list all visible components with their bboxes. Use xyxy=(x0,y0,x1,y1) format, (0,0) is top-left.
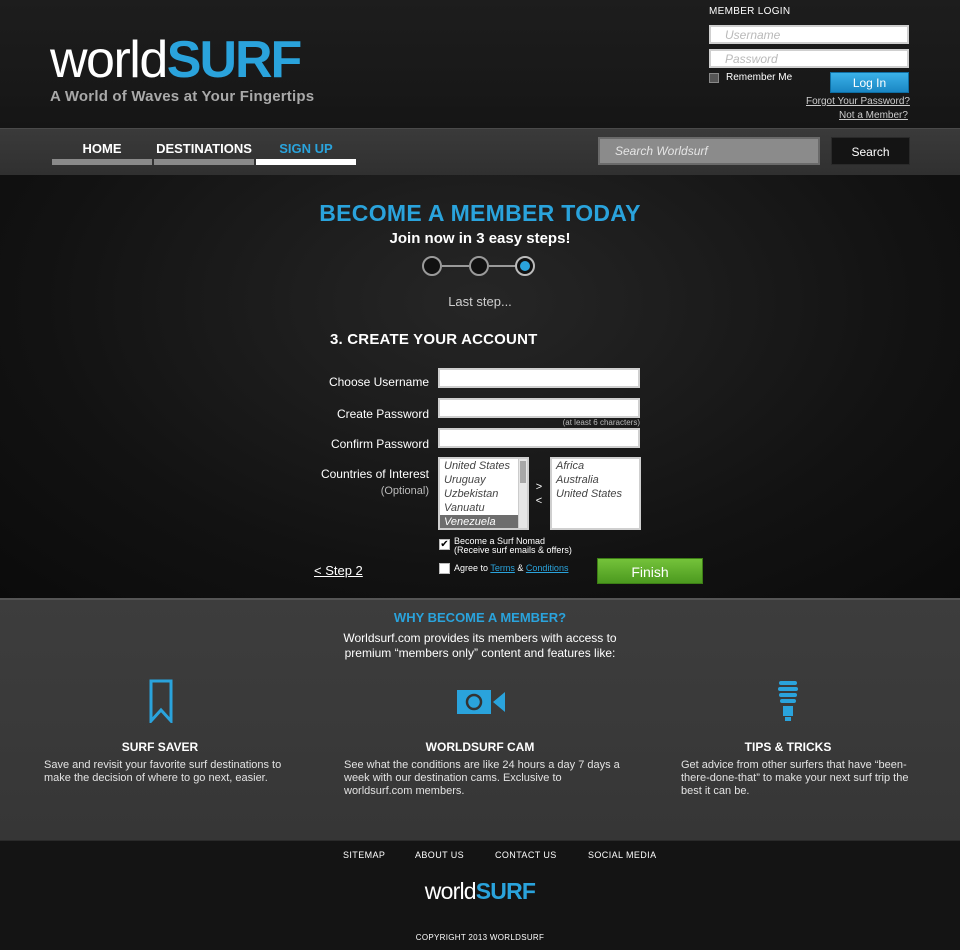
conditions-link[interactable]: Conditions xyxy=(526,563,569,573)
country-option[interactable]: Uzbekistan xyxy=(440,487,527,501)
footer-link-about-us[interactable]: ABOUT US xyxy=(415,850,464,860)
step-1-indicator xyxy=(422,256,442,276)
nav-home-underline xyxy=(52,159,152,165)
footer-logo[interactable]: worldSURF xyxy=(0,878,960,905)
step-3-indicator-current xyxy=(515,256,535,276)
terms-link[interactable]: Terms xyxy=(490,563,515,573)
footer-link-sitemap[interactable]: SITEMAP xyxy=(343,850,385,860)
surf-nomad-label-line2: (Receive surf emails & offers) xyxy=(454,545,572,555)
footer-logo-world: world xyxy=(424,878,477,904)
agree-terms-label: Agree to Terms & Conditions xyxy=(454,564,568,573)
login-username-input[interactable] xyxy=(709,25,909,44)
bookmark-icon xyxy=(139,679,183,725)
step-connector xyxy=(442,265,469,267)
copyright-text: COPYRIGHT 2013 WORLDSURF xyxy=(415,933,545,942)
feature-title-tips-tricks: TIPS & TRICKS xyxy=(744,740,832,754)
footer-link-social-media[interactable]: SOCIAL MEDIA xyxy=(588,850,656,860)
confirm-password-label: Confirm Password xyxy=(330,437,429,451)
forgot-password-link[interactable]: Forgot Your Password? xyxy=(806,96,910,107)
feature-title-worldsurf-cam: WORLDSURF CAM xyxy=(425,740,535,754)
logo-word-world: world xyxy=(50,31,168,89)
footer-link-contact-us[interactable]: CONTACT US xyxy=(495,850,557,860)
country-option-selected[interactable]: Venezuela xyxy=(440,515,527,528)
remove-country-button[interactable]: < xyxy=(533,495,545,507)
signup-headline: BECOME A MEMBER TODAY xyxy=(319,200,641,226)
country-option[interactable]: Uruguay xyxy=(440,473,527,487)
agree-prefix: Agree to xyxy=(454,563,489,573)
nav-sign-up[interactable]: SIGN UP xyxy=(256,141,356,165)
why-member-title: WHY BECOME A MEMBER? xyxy=(393,610,567,625)
search-button[interactable]: Search xyxy=(831,137,910,165)
login-button[interactable]: Log In xyxy=(830,72,909,93)
chosen-country-option[interactable]: Australia xyxy=(552,473,639,487)
lightbulb-icon xyxy=(766,679,810,723)
feature-desc-worldsurf-cam: See what the conditions are like 24 hour… xyxy=(344,759,620,797)
feature-title-surf-saver: SURF SAVER xyxy=(121,740,199,754)
password-field[interactable] xyxy=(438,398,640,418)
footer-logo-surf: SURF xyxy=(475,878,536,904)
surf-nomad-label: Become a Surf Nomad (Receive surf emails… xyxy=(454,537,572,555)
logo-word-surf: SURF xyxy=(166,31,303,89)
agree-amp: & xyxy=(517,563,524,573)
country-option[interactable]: Vanuatu xyxy=(440,501,527,515)
chosen-country-option[interactable]: United States xyxy=(552,487,639,501)
countries-label: Countries of Interest xyxy=(320,467,429,481)
remember-me-label: Remember Me xyxy=(726,72,793,83)
nav-sign-up-label: SIGN UP xyxy=(279,141,333,156)
countries-optional-note: (Optional) xyxy=(380,485,429,497)
nav-destinations-label: DESTINATIONS xyxy=(156,141,252,156)
feature-desc-tips-tricks: Get advice from other surfers that have … xyxy=(681,759,909,797)
scrollbar-thumb[interactable] xyxy=(520,461,526,483)
remember-me-checkbox[interactable] xyxy=(709,73,719,83)
signup-subheadline: Join now in 3 easy steps! xyxy=(389,230,571,247)
confirm-password-field[interactable] xyxy=(438,428,640,448)
country-option[interactable]: United States xyxy=(440,459,527,473)
password-hint: (at least 6 characters) xyxy=(562,418,640,427)
nav-destinations-underline xyxy=(154,159,254,165)
agree-terms-checkbox[interactable] xyxy=(439,563,450,574)
nav-home-label: HOME xyxy=(82,141,122,156)
available-countries-list[interactable]: United States Uruguay Uzbekistan Vanuatu… xyxy=(438,457,529,530)
username-label: Choose Username xyxy=(328,375,429,389)
country-list-scrollbar[interactable] xyxy=(518,459,527,528)
step-caption: Last step... xyxy=(448,294,512,309)
video-camera-icon xyxy=(455,680,507,724)
nav-sign-up-underline xyxy=(256,159,356,165)
username-field[interactable] xyxy=(438,368,640,388)
why-member-intro: Worldsurf.com provides its members with … xyxy=(343,631,617,660)
nav-destinations[interactable]: DESTINATIONS xyxy=(154,141,254,165)
not-a-member-link[interactable]: Not a Member? xyxy=(839,110,908,121)
surf-nomad-checkbox[interactable]: ✔ xyxy=(439,539,450,550)
add-country-button[interactable]: > xyxy=(533,481,545,493)
back-to-step-2-link[interactable]: < Step 2 xyxy=(314,563,363,578)
chosen-country-option[interactable]: Africa xyxy=(552,459,639,473)
member-login-title: MEMBER LOGIN xyxy=(709,6,791,17)
search-input[interactable] xyxy=(598,137,820,165)
create-account-title: 3. CREATE YOUR ACCOUNT xyxy=(330,331,538,348)
site-tagline: A World of Waves at Your Fingertips xyxy=(50,88,315,105)
finish-button[interactable]: Finish xyxy=(597,558,703,584)
step-connector xyxy=(489,265,516,267)
site-logo[interactable]: worldSURF xyxy=(50,30,303,90)
nav-home[interactable]: HOME xyxy=(52,141,152,165)
chosen-countries-list[interactable]: Africa Australia United States xyxy=(550,457,641,530)
password-label: Create Password xyxy=(336,407,429,421)
feature-desc-surf-saver: Save and revisit your favorite surf dest… xyxy=(44,759,282,784)
login-password-input[interactable] xyxy=(709,49,909,68)
step-2-indicator xyxy=(469,256,489,276)
